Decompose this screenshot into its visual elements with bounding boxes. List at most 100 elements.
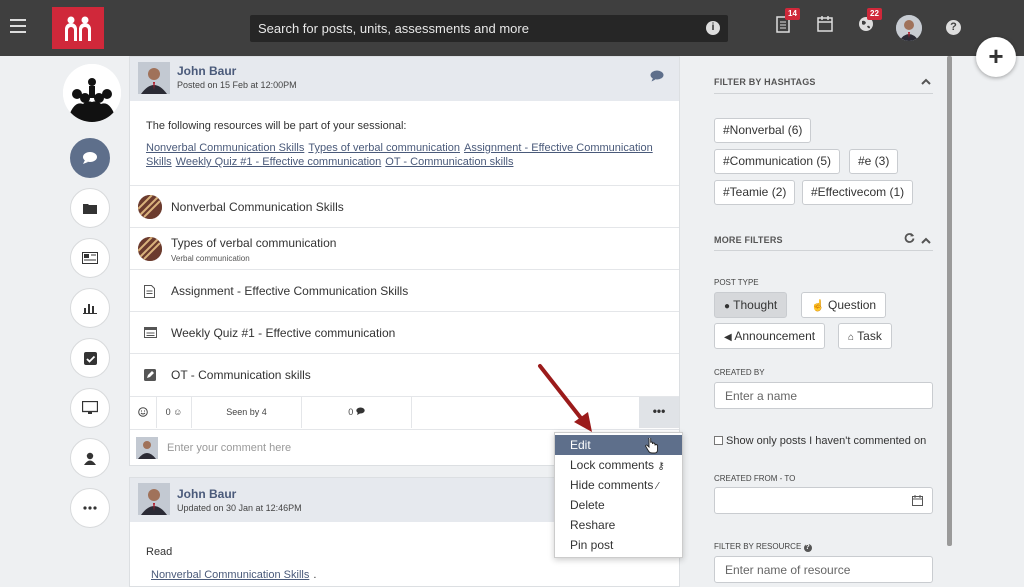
resource-thumbnail — [138, 237, 162, 261]
resource-link[interactable]: Weekly Quiz #1 - Effective communication — [176, 156, 382, 168]
smiley-icon — [138, 407, 148, 417]
author-name[interactable]: John Baur — [177, 64, 236, 78]
post-type-task-button[interactable]: ⌂ Task — [838, 323, 892, 349]
uncommented-filter[interactable]: Show only posts I haven't commented on — [714, 435, 954, 447]
comment-count[interactable]: 0 — [302, 397, 412, 428]
menu-item-delete[interactable]: Delete — [555, 495, 682, 515]
menu-item-pin-post[interactable]: Pin post — [555, 535, 682, 555]
checkbox[interactable] — [714, 436, 723, 445]
resource-row[interactable]: Assignment - Effective Communication Ski… — [130, 269, 679, 311]
app-logo[interactable] — [52, 7, 104, 49]
user-icon — [84, 452, 96, 465]
post-body-text: The following resources will be part of … — [146, 120, 407, 132]
date-range-label: CREATED FROM - TO — [714, 474, 796, 483]
menu-item-hide-comments[interactable]: Hide comments ⁄ — [555, 475, 682, 495]
newspaper-icon — [82, 252, 98, 264]
rail-members-button[interactable] — [70, 438, 110, 478]
comment-input[interactable] — [167, 438, 527, 458]
menu-item-label: Reshare — [570, 518, 616, 532]
speech-bubble-icon: ● — [724, 301, 731, 312]
author-avatar[interactable] — [138, 62, 170, 94]
post-type-question-button[interactable]: ☝ Question — [801, 292, 887, 318]
post-type-label-text: Announcement — [734, 329, 816, 343]
link-suffix: . — [313, 569, 317, 581]
post-timestamp: Updated on 30 Jan at 12:46PM — [177, 503, 302, 513]
divider — [714, 93, 933, 94]
resource-title: Types of verbal communication — [171, 236, 337, 250]
rail-tasks-button[interactable] — [70, 338, 110, 378]
resource-link[interactable]: Nonverbal Communication Skills — [146, 142, 304, 154]
post-type-label: POST TYPE — [714, 278, 759, 287]
menu-item-edit[interactable]: Edit — [555, 435, 682, 455]
hashtag-chip[interactable]: #Teamie (2) — [714, 180, 796, 205]
post-body-text: Read — [146, 546, 173, 558]
seen-by[interactable]: Seen by 4 — [192, 397, 302, 428]
resource-row[interactable]: Weekly Quiz #1 - Effective communication — [130, 311, 679, 353]
group-avatar[interactable] — [63, 64, 121, 122]
menu-item-label: Pin post — [570, 538, 614, 552]
globe-badge: 22 — [867, 8, 882, 20]
hamburger-menu-icon[interactable] — [10, 19, 26, 33]
menu-item-label: Hide comments — [570, 478, 654, 492]
reaction-count[interactable]: 0 ☺ — [157, 397, 192, 428]
author-avatar[interactable] — [138, 483, 170, 515]
post-type-thought-button[interactable]: ● Thought — [714, 292, 788, 318]
menu-item-lock-comments[interactable]: Lock comments ⚷ — [555, 455, 682, 475]
react-button[interactable] — [130, 397, 157, 428]
search-input[interactable] — [250, 15, 690, 42]
hashtag-chip[interactable]: #Nonverbal (6) — [714, 118, 812, 143]
monitor-icon — [82, 401, 98, 414]
rail-display-button[interactable] — [70, 388, 110, 428]
hashtag-chip[interactable]: #Communication (5) — [714, 149, 841, 174]
comment-bubble-icon[interactable] — [650, 70, 664, 85]
calendar-icon[interactable] — [912, 495, 923, 509]
resource-link[interactable]: Nonverbal Communication Skills — [151, 569, 309, 581]
refresh-icon[interactable] — [904, 232, 915, 246]
bar-chart-icon — [83, 304, 97, 314]
globe-icon[interactable]: 22 — [858, 8, 882, 38]
resource-title: OT - Communication skills — [171, 368, 311, 382]
notifications-icon[interactable]: 14 — [776, 8, 800, 38]
menu-item-reshare[interactable]: Reshare — [555, 515, 682, 535]
hashtag-chip[interactable]: #e (3) — [849, 149, 899, 174]
resource-link[interactable]: OT - Communication skills — [385, 156, 513, 168]
date-range-input[interactable] — [714, 487, 933, 514]
calendar-icon[interactable] — [817, 16, 839, 38]
rail-posts-button[interactable] — [70, 138, 110, 178]
collapse-chevron-icon[interactable] — [921, 233, 931, 247]
home-icon: ⌂ — [848, 332, 855, 343]
resource-row[interactable]: Nonverbal Communication Skills — [130, 185, 679, 227]
resource-filter-label: FILTER BY RESOURCE ? — [714, 542, 812, 552]
post-timestamp: Posted on 15 Feb at 12:00PM — [177, 80, 297, 90]
resource-row[interactable]: Types of verbal communication Verbal com… — [130, 227, 679, 269]
resource-title: Assignment - Effective Communication Ski… — [171, 284, 409, 298]
created-by-input[interactable] — [714, 382, 933, 409]
post-type-announcement-button[interactable]: ◀ Announcement — [714, 323, 826, 349]
resource-subtitle: Verbal communication — [171, 254, 250, 263]
ellipsis-icon — [83, 506, 97, 510]
rail-more-button[interactable] — [70, 488, 110, 528]
scrollbar[interactable] — [947, 56, 952, 546]
post-more-button[interactable]: ••• — [639, 397, 679, 428]
rail-analytics-button[interactable] — [70, 288, 110, 328]
collapse-chevron-icon[interactable] — [921, 74, 931, 88]
document-icon — [144, 285, 156, 298]
info-icon[interactable]: i — [706, 21, 720, 35]
user-avatar[interactable] — [896, 15, 922, 41]
help-icon[interactable]: ? — [946, 20, 961, 35]
resource-link[interactable]: Types of verbal communication — [308, 142, 460, 154]
resource-filter-input[interactable] — [714, 556, 933, 583]
rail-lessons-button[interactable] — [70, 238, 110, 278]
hashtag-chip[interactable]: #Effectivecom (1) — [802, 180, 914, 205]
rail-files-button[interactable] — [70, 188, 110, 228]
megaphone-icon: ◀ — [724, 332, 732, 343]
post-links: Nonverbal Communication Skills Types of v… — [146, 141, 666, 169]
folder-icon — [83, 204, 97, 214]
create-post-button[interactable]: + — [976, 37, 1016, 77]
help-icon[interactable]: ? — [803, 544, 812, 552]
created-by-label: CREATED BY — [714, 368, 765, 377]
hand-cursor-icon — [645, 438, 658, 454]
author-name[interactable]: John Baur — [177, 487, 236, 501]
annotation-arrow-icon — [538, 364, 592, 432]
post-header: John Baur Posted on 15 Feb at 12:00PM — [130, 57, 679, 101]
